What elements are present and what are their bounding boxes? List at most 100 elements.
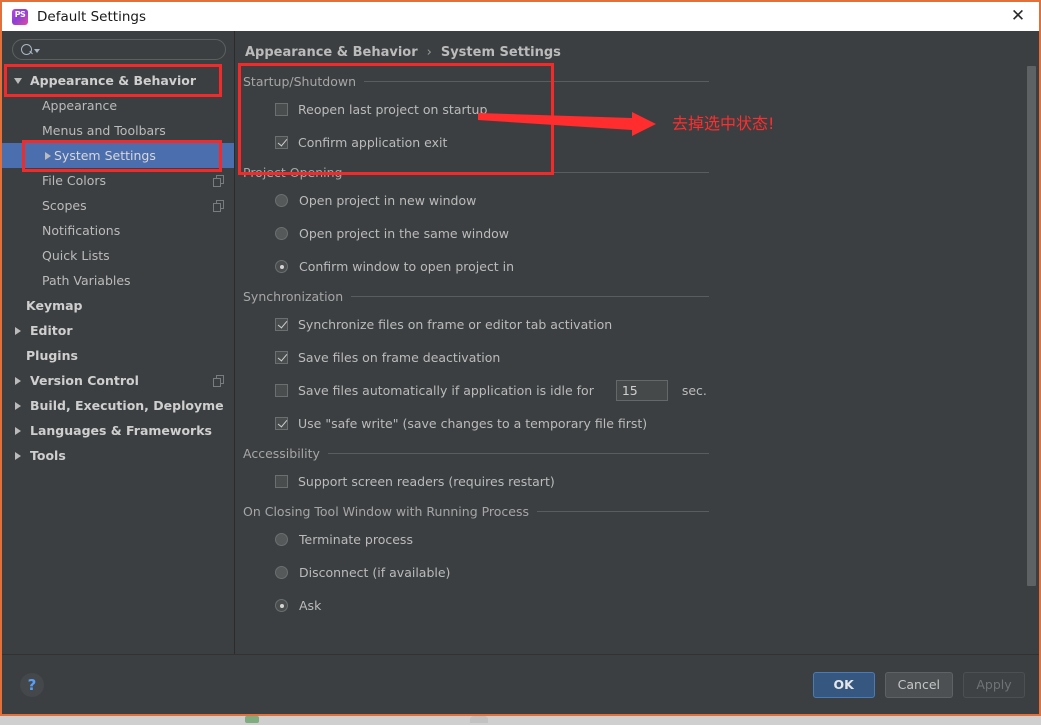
radio-button[interactable] (275, 533, 288, 546)
sidebar-item-file-colors[interactable]: File Colors (2, 168, 234, 193)
checkbox[interactable] (275, 351, 288, 364)
chevron-right-icon[interactable] (12, 401, 24, 410)
sidebar-item-notifications[interactable]: Notifications (2, 218, 234, 243)
option-label: Open project in new window (299, 193, 477, 208)
checkbox-option-row[interactable]: Use "safe write" (save changes to a temp… (243, 407, 1039, 440)
sidebar-item-label: File Colors (42, 173, 107, 188)
checkbox-option-row[interactable]: Synchronize files on frame or editor tab… (243, 308, 1039, 341)
radio-button[interactable] (275, 194, 288, 207)
option-group: On Closing Tool Window with Running Proc… (243, 504, 1039, 622)
sidebar-item-label: System Settings (54, 148, 156, 163)
checkbox[interactable] (275, 318, 288, 331)
search-input[interactable] (40, 41, 217, 58)
option-label: Save files automatically if application … (298, 383, 594, 398)
help-icon[interactable]: ? (20, 672, 44, 697)
option-label: Confirm application exit (298, 135, 448, 150)
chevron-right-icon[interactable] (12, 376, 24, 385)
checkbox[interactable] (275, 136, 288, 149)
breadcrumb-root[interactable]: Appearance & Behavior (245, 45, 418, 60)
option-label: Reopen last project on startup (298, 102, 488, 117)
sidebar-item-plugins[interactable]: Plugins (2, 343, 234, 368)
sidebar-item-label: Notifications (42, 223, 121, 238)
option-label: Save files on frame deactivation (298, 350, 501, 365)
sidebar-item-label: Path Variables (42, 273, 131, 288)
ok-button[interactable]: OK (812, 671, 875, 698)
group-title-label: Startup/Shutdown (243, 74, 357, 89)
chevron-down-icon[interactable] (12, 77, 24, 84)
radio-option-row[interactable]: Open project in new window (243, 184, 1039, 217)
checkbox[interactable] (275, 384, 288, 397)
checkbox-option-row[interactable]: Confirm application exit (243, 126, 1039, 159)
sidebar-item-label: Appearance & Behavior (30, 73, 196, 88)
close-icon[interactable]: ✕ (1005, 5, 1031, 29)
breadcrumb-separator-icon: › (426, 45, 432, 60)
checkbox[interactable] (275, 103, 288, 116)
copy-icon (213, 175, 224, 187)
checkbox-option-row[interactable]: Save files automatically if application … (243, 374, 1039, 407)
search-container (2, 31, 234, 66)
idle-seconds-input[interactable] (615, 380, 668, 401)
sidebar-item-label: Keymap (26, 298, 83, 313)
sidebar-item-label: Editor (30, 323, 73, 338)
dialog-body: Appearance & Behavior Appearance Menus and… (2, 31, 1039, 654)
checkbox[interactable] (275, 417, 288, 430)
sidebar-item-build-execution-deployment[interactable]: Build, Execution, Deployment (2, 393, 234, 418)
group-title-label: Project Opening (243, 165, 343, 180)
option-label: Terminate process (299, 532, 413, 547)
checkbox-option-row[interactable]: Save files on frame deactivation (243, 341, 1039, 374)
group-title: Accessibility (243, 446, 1039, 461)
sidebar-item-label: Plugins (26, 348, 78, 363)
scrollbar-thumb[interactable] (1027, 66, 1036, 586)
radio-button[interactable] (275, 566, 288, 579)
group-divider (350, 172, 709, 173)
radio-button[interactable] (275, 260, 288, 273)
sidebar-item-tools[interactable]: Tools (2, 443, 234, 468)
sidebar-item-menus-and-toolbars[interactable]: Menus and Toolbars (2, 118, 234, 143)
settings-tree: Appearance & Behavior Appearance Menus and… (2, 66, 234, 654)
sidebar-item-quick-lists[interactable]: Quick Lists (2, 243, 234, 268)
chevron-right-icon[interactable] (12, 451, 24, 460)
taskbar-blip (470, 715, 488, 723)
settings-sidebar: Appearance & Behavior Appearance Menus and… (2, 31, 235, 654)
cancel-button[interactable]: Cancel (884, 671, 953, 698)
chevron-right-icon[interactable] (12, 326, 24, 335)
group-divider (364, 81, 709, 82)
radio-option-row[interactable]: Disconnect (if available) (243, 556, 1039, 589)
chevron-right-icon[interactable] (12, 426, 24, 435)
sidebar-item-scopes[interactable]: Scopes (2, 193, 234, 218)
radio-button[interactable] (275, 599, 288, 612)
sidebar-item-label: Appearance (42, 98, 118, 113)
settings-options-panel: Startup/Shutdown Reopen last project on s… (235, 60, 1039, 622)
chevron-right-icon[interactable] (42, 151, 54, 160)
checkbox-option-row[interactable]: Support screen readers (requires restart… (243, 465, 1039, 498)
sidebar-item-editor[interactable]: Editor (2, 318, 234, 343)
radio-option-row[interactable]: Terminate process (243, 523, 1039, 556)
group-title: Startup/Shutdown (243, 74, 1039, 89)
search-box[interactable] (12, 39, 226, 60)
group-title-label: Synchronization (243, 289, 344, 304)
taskbar-blip (245, 716, 259, 723)
sidebar-item-keymap[interactable]: Keymap (2, 293, 234, 318)
radio-option-row[interactable]: Ask (243, 589, 1039, 622)
breadcrumb-current: System Settings (440, 45, 561, 60)
sidebar-item-languages-frameworks[interactable]: Languages & Frameworks (2, 418, 234, 443)
radio-option-row[interactable]: Confirm window to open project in (243, 250, 1039, 283)
sidebar-item-label: Languages & Frameworks (30, 423, 212, 438)
vertical-scrollbar[interactable] (1026, 31, 1037, 654)
radio-button[interactable] (275, 227, 288, 240)
group-divider (327, 453, 709, 454)
search-icon (21, 44, 32, 55)
radio-option-row[interactable]: Open project in the same window (243, 217, 1039, 250)
sidebar-item-appearance-behavior[interactable]: Appearance & Behavior (2, 68, 234, 93)
sidebar-item-system-settings[interactable]: System Settings (2, 143, 234, 168)
sidebar-item-version-control[interactable]: Version Control (2, 368, 234, 393)
sidebar-item-path-variables[interactable]: Path Variables (2, 268, 234, 293)
page-title: Default Settings (37, 8, 146, 25)
sidebar-item-label: Version Control (30, 373, 139, 388)
checkbox-option-row[interactable]: Reopen last project on startup (243, 93, 1039, 126)
group-divider (537, 511, 709, 512)
option-group: Accessibility Support screen readers (req… (243, 446, 1039, 498)
sidebar-item-label: Quick Lists (42, 248, 110, 263)
checkbox[interactable] (275, 475, 288, 488)
sidebar-item-appearance[interactable]: Appearance (2, 93, 234, 118)
